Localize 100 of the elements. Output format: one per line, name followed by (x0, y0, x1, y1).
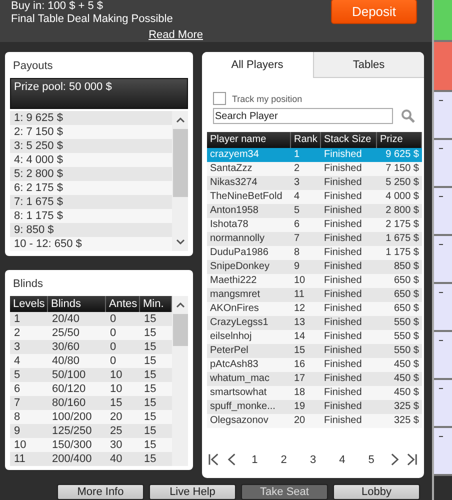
player-name-cell[interactable]: Nikas3274 (207, 176, 291, 190)
player-name-cell[interactable]: Anton1958 (207, 204, 291, 218)
prize-cell[interactable]: 850 $ (377, 260, 422, 274)
prize-cell[interactable]: 650 $ (377, 288, 422, 302)
rank-cell[interactable]: 8 (291, 246, 321, 260)
search-field[interactable]: Search Player (213, 108, 393, 124)
page-number[interactable]: 4 (330, 454, 354, 466)
prize-cell[interactable]: 1 175 $ (377, 246, 422, 260)
rank-cell[interactable]: 3 (291, 176, 321, 190)
player-name-cell[interactable]: DuduPa1986 (207, 246, 291, 260)
rank-cell[interactable]: 19 (291, 400, 321, 414)
scrollbar[interactable] (172, 296, 188, 466)
stack-size-cell[interactable]: Finished (321, 302, 377, 316)
rank-cell[interactable]: 20 (291, 414, 321, 428)
scroll-down-icon[interactable] (176, 239, 184, 245)
scroll-thumb[interactable] (172, 314, 188, 346)
stack-size-cell[interactable]: Finished (321, 400, 377, 414)
rank-cell[interactable]: 6 (291, 218, 321, 232)
stack-size-cell[interactable]: Finished (321, 288, 377, 302)
player-name-cell[interactable]: AKOnFires (207, 302, 291, 316)
prize-cell[interactable]: 450 $ (377, 358, 422, 372)
stack-size-cell[interactable]: Finished (321, 414, 377, 428)
read-more-link[interactable]: Read More (148, 29, 203, 42)
prize-cell[interactable]: 650 $ (377, 302, 422, 316)
rank-cell[interactable]: 7 (291, 232, 321, 246)
stack-size-cell[interactable]: Finished (321, 344, 377, 358)
stack-size-cell[interactable]: Finished (321, 190, 377, 204)
prize-cell[interactable]: 7 150 $ (377, 162, 422, 176)
stack-size-cell[interactable]: Finished (321, 274, 377, 288)
search-icon[interactable] (401, 109, 415, 123)
rank-cell[interactable]: 5 (291, 204, 321, 218)
stack-size-cell[interactable]: Finished (321, 246, 377, 260)
stack-size-cell[interactable]: Finished (321, 232, 377, 246)
last-page-icon[interactable] (406, 453, 418, 466)
player-name-cell[interactable]: Ishota78 (207, 218, 291, 232)
stack-size-cell[interactable]: Finished (321, 260, 377, 274)
stack-size-cell[interactable]: Finished (321, 372, 377, 386)
player-name-cell[interactable]: CrazyLegss1 (207, 316, 291, 330)
prize-cell[interactable]: 2 800 $ (377, 204, 422, 218)
player-name-cell[interactable]: PeterPel (207, 344, 291, 358)
checkbox[interactable] (213, 92, 226, 105)
prize-cell[interactable]: 550 $ (377, 316, 422, 330)
page-number[interactable]: 3 (301, 454, 325, 466)
player-name-cell[interactable]: smartsowhat (207, 386, 291, 400)
dash-icon (439, 388, 443, 389)
page-number[interactable]: 5 (360, 454, 383, 466)
prize-cell[interactable]: 5 250 $ (377, 176, 422, 190)
footer-button[interactable]: Lobby (333, 484, 420, 500)
stack-size-cell[interactable]: Finished (321, 218, 377, 232)
prize-cell[interactable]: 325 $ (377, 414, 422, 428)
rank-cell[interactable]: 17 (291, 372, 321, 386)
footer-button[interactable]: More Info (57, 484, 144, 500)
tab[interactable]: Tables (312, 52, 424, 78)
stack-size-cell[interactable]: Finished (321, 330, 377, 344)
stack-size-cell[interactable]: Finished (321, 204, 377, 218)
player-name-cell[interactable]: pAtcAsh83 (207, 358, 291, 372)
player-name-cell[interactable]: Olegsazonov (207, 414, 291, 428)
page-number[interactable]: 2 (272, 454, 296, 466)
prize-cell[interactable]: 450 $ (377, 386, 422, 400)
first-page-icon[interactable] (208, 453, 220, 466)
rank-cell[interactable]: 13 (291, 316, 321, 330)
page-number[interactable]: 1 (243, 454, 266, 466)
next-page-icon[interactable] (388, 453, 400, 466)
player-name-cell[interactable]: SnipeDonkey (207, 260, 291, 274)
stack-size-cell[interactable]: Finished (321, 358, 377, 372)
prize-cell[interactable]: 325 $ (377, 400, 422, 414)
previous-page-icon[interactable] (226, 453, 238, 466)
scroll-up-icon[interactable] (176, 117, 184, 123)
stack-size-cell[interactable]: Finished (321, 162, 377, 176)
prize-cell[interactable]: 1 675 $ (377, 232, 422, 246)
stack-size-cell[interactable]: Finished (321, 316, 377, 330)
prize-cell[interactable]: 4 000 $ (377, 190, 422, 204)
prize-cell[interactable]: 2 175 $ (377, 218, 422, 232)
prize-cell[interactable]: 550 $ (377, 344, 422, 358)
rank-cell[interactable]: 18 (291, 386, 321, 400)
player-name-cell[interactable]: Maethi222 (207, 274, 291, 288)
rank-cell[interactable]: 15 (291, 344, 321, 358)
rank-cell[interactable]: 12 (291, 302, 321, 316)
prize-cell[interactable]: 450 $ (377, 372, 422, 386)
rank-cell[interactable]: 11 (291, 288, 321, 302)
rank-cell[interactable]: 14 (291, 330, 321, 344)
prize-cell[interactable]: 550 $ (377, 330, 422, 344)
scroll-thumb[interactable] (172, 129, 188, 197)
stack-size-cell[interactable]: Finished (321, 176, 377, 190)
player-name-cell[interactable]: SantaZzz (207, 162, 291, 176)
stack-size-cell[interactable]: Finished (321, 386, 377, 400)
player-name-cell[interactable]: normannolly (207, 232, 291, 246)
rank-cell[interactable]: 16 (291, 358, 321, 372)
scroll-up-icon[interactable] (176, 302, 184, 308)
rank-cell[interactable]: 2 (291, 162, 321, 176)
player-name-cell[interactable]: eilselnhoj (207, 330, 291, 344)
player-name-cell[interactable]: spuff_monke... (207, 400, 291, 414)
prize-cell[interactable]: 650 $ (377, 274, 422, 288)
player-name-cell[interactable]: mangsmret (207, 288, 291, 302)
player-name-cell[interactable]: TheNineBetFold (207, 190, 291, 204)
player-name-cell[interactable]: whatum_mac (207, 372, 291, 386)
rank-cell[interactable]: 4 (291, 190, 321, 204)
rank-cell[interactable]: 9 (291, 260, 321, 274)
rank-cell[interactable]: 10 (291, 274, 321, 288)
footer-button[interactable]: Live Help (149, 484, 236, 500)
